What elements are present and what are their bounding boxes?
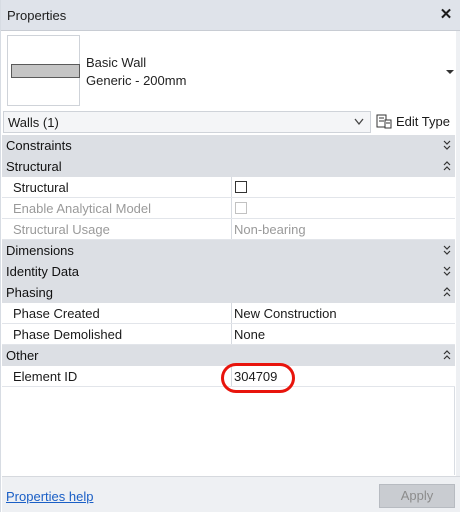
property-value: New Construction [234, 306, 337, 321]
properties-grid: Constraints Structural Structural Enable… [2, 135, 455, 475]
close-button[interactable]: ✕ [437, 5, 455, 25]
category-identity-data[interactable]: Identity Data [2, 261, 455, 282]
property-value-cell: Non-bearing [231, 219, 455, 239]
instance-filter-dropdown[interactable]: Walls (1) [3, 111, 371, 133]
property-value: None [234, 327, 266, 342]
category-label: Constraints [6, 138, 72, 153]
property-value: 304709 [234, 369, 278, 384]
chevron-down-icon[interactable] [445, 67, 455, 77]
edit-type-icon [376, 114, 392, 129]
property-name: Structural Usage [13, 222, 110, 237]
property-row-phase-created: Phase Created New Construction [2, 303, 455, 324]
category-label: Identity Data [6, 264, 79, 279]
expand-chevron-icon[interactable] [443, 138, 451, 152]
property-name: Element ID [13, 369, 78, 384]
element-id-value[interactable]: 304709 [231, 366, 455, 386]
category-label: Phasing [6, 285, 53, 300]
properties-palette: Properties ✕ Basic Wall Generic - 200mm … [0, 0, 460, 512]
property-row-structural: Structural [2, 177, 455, 198]
property-row-enable-analytical-model: Enable Analytical Model [2, 198, 455, 219]
category-label: Dimensions [6, 243, 74, 258]
property-name: Phase Demolished [13, 327, 123, 342]
category-label: Other [6, 348, 39, 363]
category-constraints[interactable]: Constraints [2, 135, 455, 156]
filter-value: Walls (1) [8, 115, 59, 130]
expand-chevron-icon[interactable] [443, 243, 451, 257]
type-family-name: Basic Wall [86, 55, 147, 70]
phase-demolished-value[interactable]: None [231, 324, 455, 344]
property-name: Enable Analytical Model [13, 201, 152, 216]
collapse-chevron-icon[interactable] [443, 159, 451, 173]
type-name: Generic - 200mm [86, 73, 187, 88]
panel-title: Properties [7, 8, 67, 23]
phase-created-value[interactable]: New Construction [231, 303, 455, 323]
expand-chevron-icon[interactable] [443, 264, 451, 278]
property-name: Structural [13, 180, 69, 195]
footer-bar: Properties help Apply [2, 476, 460, 512]
wall-thumbnail-icon [7, 35, 80, 106]
structural-usage-value: Non-bearing [234, 222, 306, 237]
type-selector[interactable]: Basic Wall Generic - 200mm [2, 31, 460, 111]
chevron-down-icon [354, 118, 364, 126]
title-bar: Properties ✕ [1, 0, 460, 31]
instance-filter-row: Walls (1) Edit Type [2, 111, 460, 134]
properties-help-link[interactable]: Properties help [6, 489, 93, 504]
category-phasing[interactable]: Phasing [2, 282, 455, 303]
collapse-chevron-icon[interactable] [443, 285, 451, 299]
structural-checkbox[interactable] [235, 181, 247, 193]
edit-type-button[interactable]: Edit Type [374, 111, 458, 133]
property-row-structural-usage: Structural Usage Non-bearing [2, 219, 455, 240]
category-structural[interactable]: Structural [2, 156, 455, 177]
property-name: Phase Created [13, 306, 100, 321]
category-other[interactable]: Other [2, 345, 455, 366]
collapse-chevron-icon[interactable] [443, 348, 451, 362]
category-dimensions[interactable]: Dimensions [2, 240, 455, 261]
property-value-cell [231, 198, 455, 218]
category-label: Structural [6, 159, 62, 174]
edit-type-label: Edit Type [396, 114, 450, 129]
scrollbar-track[interactable] [456, 31, 460, 476]
property-value-cell [231, 177, 455, 197]
apply-button[interactable]: Apply [379, 484, 455, 508]
property-row-element-id: Element ID 304709 [2, 366, 455, 387]
analytical-model-checkbox [235, 202, 247, 214]
property-row-phase-demolished: Phase Demolished None [2, 324, 455, 345]
